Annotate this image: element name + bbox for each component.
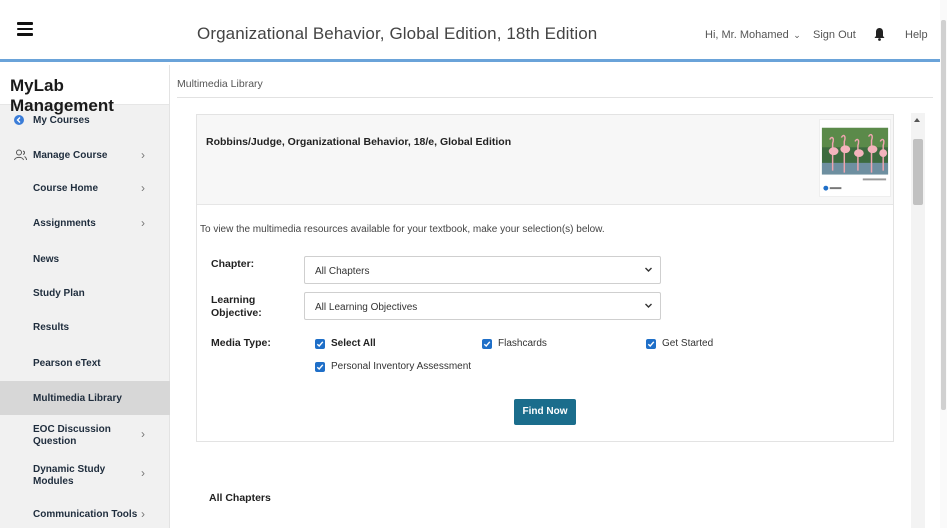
chevron-right-icon: ›: [141, 466, 145, 480]
sidebar-item-assignments[interactable]: Assignments ›: [0, 207, 170, 239]
sidebar-item-label: EOC Discussion Question: [33, 424, 111, 447]
chevron-right-icon: ›: [141, 181, 145, 195]
checkbox-label: Select All: [331, 338, 376, 349]
sidebar-item-study-plan[interactable]: Study Plan: [0, 277, 170, 309]
find-now-button[interactable]: Find Now: [514, 399, 576, 425]
sidebar-item-communication-tools[interactable]: Communication Tools ›: [0, 501, 170, 528]
sidebar-item-label: My Courses: [33, 115, 90, 126]
sidebar-item-label: Multimedia Library: [33, 393, 122, 404]
users-icon: [14, 149, 27, 161]
hamburger-menu-icon[interactable]: [17, 22, 33, 36]
sidebar-item-eoc-discussion-question[interactable]: EOC Discussion Question ›: [0, 419, 170, 455]
scroll-up-arrow-icon[interactable]: [914, 118, 920, 122]
checkbox-flashcards[interactable]: Flashcards: [482, 338, 547, 349]
sidebar-item-news[interactable]: News: [0, 243, 170, 275]
help-link[interactable]: Help: [905, 29, 928, 41]
content-scrollbar[interactable]: [911, 113, 925, 528]
user-menu[interactable]: Hi, Mr. Mohamed ⌄: [705, 29, 801, 41]
sidebar-item-pearson-etext[interactable]: Pearson eText: [0, 347, 170, 379]
sidebar-item-manage-course[interactable]: Manage Course ›: [0, 139, 170, 169]
sidebar-item-label: Assignments: [33, 218, 96, 229]
sidebar-item-label: News: [33, 254, 60, 265]
learning-objective-select[interactable]: All Learning Objectives: [304, 292, 661, 320]
checkbox-checked-icon: [315, 338, 325, 349]
sidebar: MyLab Management My Courses Manage Cours…: [0, 65, 170, 528]
sidebar-item-multimedia-library[interactable]: Multimedia Library: [0, 381, 170, 415]
sidebar-item-results[interactable]: Results: [0, 311, 170, 343]
chevron-down-icon: ⌄: [790, 30, 801, 40]
chevron-right-icon: ›: [141, 148, 145, 162]
panel-header: Robbins/Judge, Organizational Behavior, …: [197, 115, 893, 205]
user-greeting: Hi, Mr. Mohamed: [705, 29, 789, 41]
top-header: Organizational Behavior, Global Edition,…: [0, 0, 947, 62]
media-type-label: Media Type:: [211, 337, 271, 349]
sidebar-item-label: Dynamic Study Modules: [33, 464, 106, 487]
results-heading: All Chapters: [209, 492, 271, 504]
chapter-label: Chapter:: [211, 258, 255, 270]
divider: [177, 97, 933, 98]
window-scrollbar[interactable]: [940, 0, 947, 528]
sidebar-item-label: Course Home: [33, 183, 99, 194]
learning-objective-label: Learning Objective:: [211, 294, 262, 319]
sidebar-item-label: Results: [33, 322, 70, 333]
checkbox-personal-inventory-assessment[interactable]: Personal Inventory Assessment: [315, 361, 471, 372]
checkbox-label: Get Started: [662, 338, 714, 349]
brand-title: MyLab Management: [0, 65, 169, 115]
sidebar-item-my-courses[interactable]: My Courses: [0, 106, 170, 134]
instructions-text: To view the multimedia resources availab…: [200, 224, 605, 235]
chevron-right-icon: ›: [141, 216, 145, 230]
checkbox-checked-icon: [315, 361, 325, 372]
book-title: Organizational Behavior, Global Edition,…: [197, 24, 598, 43]
checkbox-select-all[interactable]: Select All: [315, 338, 376, 349]
back-circle-icon: [14, 115, 24, 125]
checkbox-label: Personal Inventory Assessment: [331, 361, 472, 372]
checkbox-checked-icon: [646, 338, 656, 349]
sidebar-item-dynamic-study-modules[interactable]: Dynamic Study Modules ›: [0, 459, 170, 495]
checkbox-get-started[interactable]: Get Started: [646, 338, 713, 349]
chapter-select[interactable]: All Chapters: [304, 256, 661, 284]
sidebar-item-label: Pearson eText: [33, 358, 101, 369]
scrollbar-thumb[interactable]: [913, 139, 923, 205]
sidebar-item-label: Study Plan: [33, 288, 85, 299]
sidebar-item-course-home[interactable]: Course Home ›: [0, 173, 170, 203]
bell-icon[interactable]: [874, 27, 885, 41]
checkbox-label: Flashcards: [498, 338, 547, 349]
learning-objective-select-value: All Learning Objectives: [315, 302, 418, 313]
chevron-right-icon: ›: [141, 427, 145, 441]
chevron-right-icon: ›: [141, 507, 145, 521]
breadcrumb: Multimedia Library: [177, 78, 263, 90]
book-name: Robbins/Judge, Organizational Behavior, …: [206, 136, 512, 148]
sign-out-link[interactable]: Sign Out: [813, 29, 856, 41]
window-scrollbar-thumb[interactable]: [941, 20, 946, 410]
checkbox-checked-icon: [482, 338, 492, 349]
sidebar-item-label: Communication Tools: [33, 509, 138, 520]
book-cover-image: [819, 119, 891, 197]
sidebar-item-label: Manage Course: [33, 150, 108, 161]
chevron-down-icon: [645, 303, 652, 308]
chapter-select-value: All Chapters: [315, 266, 370, 277]
chevron-down-icon: [645, 267, 652, 272]
